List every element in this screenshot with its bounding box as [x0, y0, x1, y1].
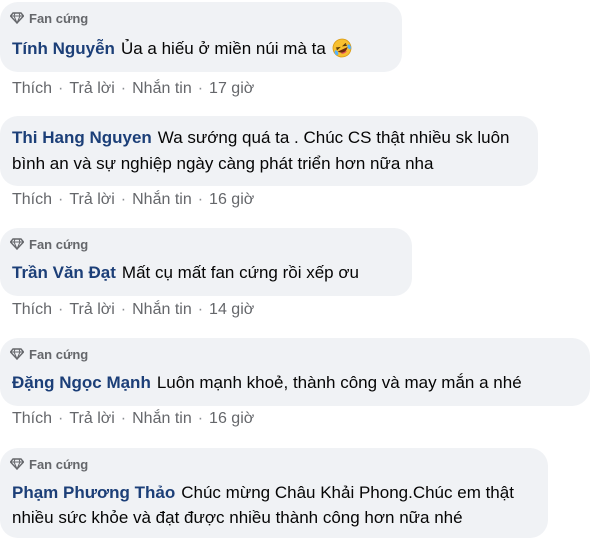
comment-body: Ủa a hiếu ở miền núi mà ta — [120, 39, 326, 58]
timestamp-link[interactable]: 16 giờ — [209, 191, 254, 208]
separator: · — [197, 191, 204, 208]
comment-bubble: Fan cứng Đặng Ngọc Mạnh Luôn mạnh khoẻ, t… — [0, 338, 590, 406]
fan-badge[interactable]: Fan cứng — [10, 456, 88, 472]
comment-text: Trần Văn Đạt Mất cụ mất fan cứng rồi xếp … — [12, 261, 359, 285]
separator: · — [58, 191, 64, 208]
timestamp-link[interactable]: 16 giờ — [209, 410, 254, 427]
comment-author[interactable]: Phạm Phương Thảo — [12, 483, 175, 502]
message-button[interactable]: Nhắn tin — [132, 301, 192, 318]
comment-actions: Thích · Trả lời · Nhắn tin · 16 giờ — [12, 409, 254, 429]
comment-body: Luôn mạnh khoẻ, thành công và may mắn a … — [156, 373, 522, 392]
comment-body-line-2: nhiều sức khỏe và đạt được nhiều thành c… — [12, 508, 463, 527]
message-button[interactable]: Nhắn tin — [132, 191, 192, 208]
message-button[interactable]: Nhắn tin — [132, 80, 192, 97]
separator: · — [58, 301, 64, 318]
comment-text: Phạm Phương Thảo Chúc mừng Châu Khải Phon… — [12, 481, 514, 505]
comment-text: nhiều sức khỏe và đạt được nhiều thành c… — [12, 506, 463, 530]
comment-body: Mất cụ mất fan cứng rồi xếp ơu — [121, 263, 359, 282]
diamond-icon — [10, 12, 24, 24]
like-button[interactable]: Thích — [12, 191, 52, 208]
comment-body-line-1: Wa sướng quá ta . Chúc CS thật nhiều sk … — [157, 128, 510, 147]
comment-bubble: Fan cứng Phạm Phương Thảo Chúc mừng Châu … — [0, 448, 548, 538]
diamond-icon — [10, 458, 24, 470]
timestamp-link[interactable]: 17 giờ — [209, 80, 254, 97]
comment-body-line-1: Chúc mừng Châu Khải Phong.Chúc em thật — [181, 483, 514, 502]
separator: · — [120, 80, 127, 97]
fan-badge[interactable]: Fan cứng — [10, 236, 88, 252]
fan-badge-label: Fan cứng — [29, 236, 89, 252]
separator: · — [197, 301, 204, 318]
rolling-laughing-emoji-icon — [332, 38, 352, 58]
separator: · — [58, 410, 64, 427]
comment-author[interactable]: Trần Văn Đạt — [12, 263, 116, 282]
fan-badge-label: Fan cứng — [29, 346, 89, 362]
fan-badge-label: Fan cứng — [29, 456, 89, 472]
comment-bubble: Fan cứng Trần Văn Đạt Mất cụ mất fan cứng… — [0, 228, 412, 296]
fan-badge[interactable]: Fan cứng — [10, 346, 88, 362]
comment-text: Đặng Ngọc Mạnh Luôn mạnh khoẻ, thành công… — [12, 371, 522, 395]
message-button[interactable]: Nhắn tin — [132, 410, 192, 427]
like-button[interactable]: Thích — [12, 80, 52, 97]
diamond-icon — [10, 348, 24, 360]
comment-actions: Thích · Trả lời · Nhắn tin · 16 giờ — [12, 190, 254, 210]
like-button[interactable]: Thích — [12, 301, 52, 318]
separator: · — [120, 410, 127, 427]
separator: · — [58, 80, 64, 97]
comment-text: Thi Hang Nguyen Wa sướng quá ta . Chúc CS… — [12, 126, 509, 150]
diamond-icon — [10, 238, 24, 250]
comment-author[interactable]: Thi Hang Nguyen — [12, 128, 152, 147]
comment-author[interactable]: Tính Nguyễn — [12, 39, 115, 58]
reply-button[interactable]: Trả lời — [69, 80, 114, 97]
fan-badge-label: Fan cứng — [29, 10, 89, 26]
comment-actions: Thích · Trả lời · Nhắn tin · 14 giờ — [12, 300, 254, 320]
fan-badge[interactable]: Fan cứng — [10, 10, 88, 26]
reply-button[interactable]: Trả lời — [69, 191, 114, 208]
separator: · — [120, 301, 127, 318]
separator: · — [197, 80, 204, 97]
comment-author[interactable]: Đặng Ngọc Mạnh — [12, 373, 151, 392]
timestamp-link[interactable]: 14 giờ — [209, 301, 254, 318]
comment-bubble: Thi Hang Nguyen Wa sướng quá ta . Chúc CS… — [0, 116, 538, 186]
comment-body-line-2: bình an và sự nghiệp ngày càng phát triể… — [12, 154, 434, 173]
comment-text: Tính Nguyễn Ủa a hiếu ở miền núi mà ta — [12, 37, 352, 61]
reply-button[interactable]: Trả lời — [69, 301, 114, 318]
separator: · — [120, 191, 127, 208]
separator: · — [197, 410, 204, 427]
comment-actions: Thích · Trả lời · Nhắn tin · 17 giờ — [12, 79, 254, 99]
reply-button[interactable]: Trả lời — [69, 410, 114, 427]
like-button[interactable]: Thích — [12, 410, 52, 427]
comment-bubble: Fan cứng Tính Nguyễn Ủa a hiếu ở miền núi… — [0, 2, 402, 72]
comment-text: bình an và sự nghiệp ngày càng phát triể… — [12, 152, 433, 176]
